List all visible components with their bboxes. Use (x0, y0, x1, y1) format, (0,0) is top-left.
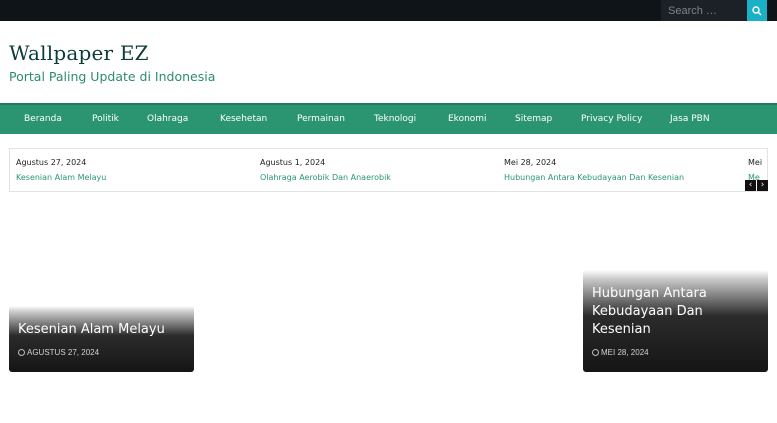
nav-item-jasa-pbn[interactable]: Jasa PBN (670, 114, 710, 124)
nav-item-privacy-policy[interactable]: Privacy Policy (581, 114, 642, 124)
featured-post-card[interactable]: Hubungan Antara Kebudayaan Dan Kesenian … (583, 270, 768, 372)
top-bar (0, 0, 777, 21)
nav-item-sitemap[interactable]: Sitemap (515, 114, 552, 124)
ticker-title[interactable]: Olahraga Aerobik Dan Anaerobik (260, 173, 391, 182)
ticker-date: Agustus 27, 2024 (16, 158, 87, 167)
site-title[interactable]: Wallpaper EZ (9, 41, 149, 65)
nav-item-beranda[interactable]: Beranda (24, 114, 62, 124)
main-navigation: Beranda Politik Olahraga Kesehetan Perma… (0, 103, 777, 134)
news-ticker: Agustus 27, 2024 Kesenian Alam Melayu Ag… (9, 148, 768, 192)
nav-item-politik[interactable]: Politik (92, 114, 119, 124)
ticker-title[interactable]: Kesenian Alam Melayu (16, 173, 106, 182)
ticker-date: Mei 28, 2024 (504, 158, 557, 167)
search-icon (752, 5, 762, 16)
clock-icon (592, 349, 599, 356)
nav-item-kesehetan[interactable]: Kesehetan (220, 114, 267, 124)
card-date-text: MEI 28, 2024 (601, 348, 649, 357)
nav-item-olahraga[interactable]: Olahraga (147, 114, 188, 124)
ticker-prev-button[interactable]: ‹ (745, 180, 756, 191)
ticker-title[interactable]: Hubungan Antara Kebudayaan Dan Kesenian (504, 173, 684, 182)
search-button[interactable] (747, 0, 767, 21)
site-tagline: Portal Paling Update di Indonesia (9, 69, 216, 84)
nav-item-ekonomi[interactable]: Ekonomi (448, 114, 487, 124)
nav-item-permainan[interactable]: Permainan (297, 114, 345, 124)
nav-item-teknologi[interactable]: Teknologi (374, 114, 416, 124)
featured-post-card[interactable]: Kesenian Alam Melayu AGUSTUS 27, 2024 (9, 306, 194, 372)
ticker-date: Agustus 1, 2024 (260, 158, 326, 167)
ticker-date: Mei (748, 158, 763, 167)
ticker-next-button[interactable]: › (757, 180, 768, 191)
card-date-text: AGUSTUS 27, 2024 (27, 348, 100, 357)
clock-icon (18, 349, 25, 356)
search-input[interactable] (661, 0, 747, 21)
card-date: MEI 28, 2024 (592, 348, 649, 357)
card-title[interactable]: Kesenian Alam Melayu (18, 321, 165, 339)
card-title[interactable]: Hubungan Antara Kebudayaan Dan Kesenian (592, 285, 762, 339)
card-date: AGUSTUS 27, 2024 (18, 348, 99, 357)
